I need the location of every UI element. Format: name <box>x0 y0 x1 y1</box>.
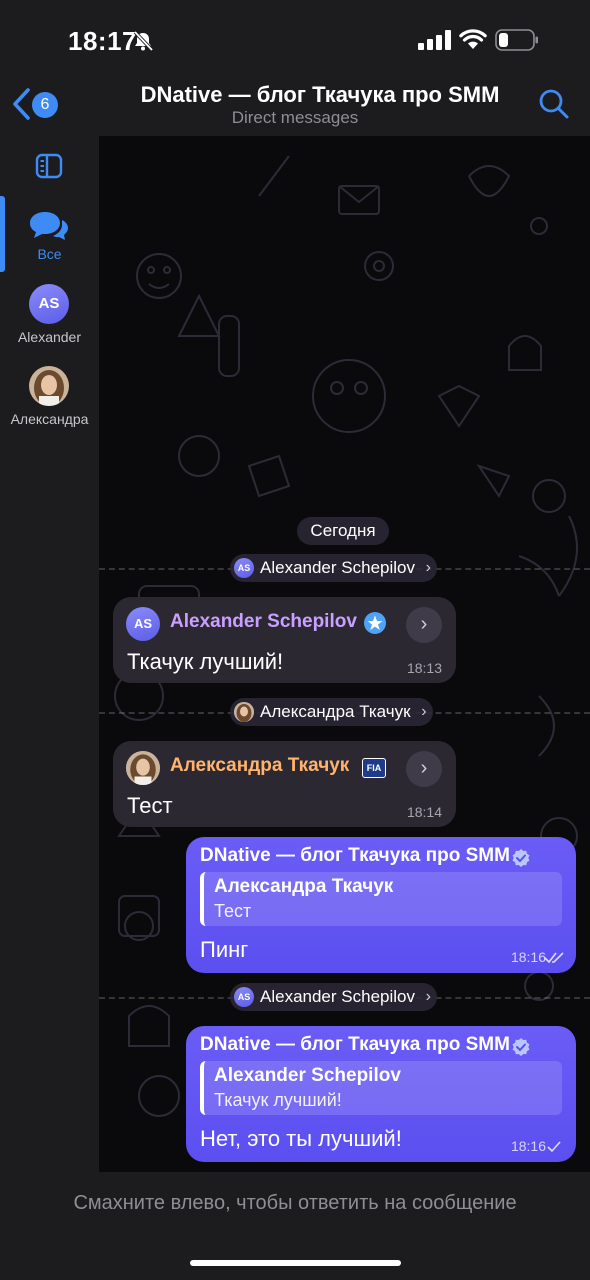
message-text: Тест <box>127 793 173 818</box>
sender-topic-pill[interactable]: AS Alexander Schepilov › <box>230 554 437 582</box>
outgoing-message-bubble[interactable]: DNative — блог Ткачука про SMM Alexander… <box>186 1026 576 1162</box>
incoming-message-bubble[interactable]: AS Alexander Schepilov › Ткачук лучший! … <box>113 597 456 683</box>
reply-quote[interactable]: Александра Ткачук Тест <box>200 872 562 926</box>
quote-author: Alexander Schepilov <box>214 1065 401 1086</box>
wifi-icon <box>459 29 487 49</box>
quote-author: Александра Ткачук <box>214 876 394 897</box>
swipe-reply-hint: Смахните влево, чтобы ответить на сообще… <box>73 1192 517 1214</box>
pill-avatar: AS <box>234 987 254 1007</box>
double-check-read-icon <box>544 952 564 964</box>
search-icon[interactable] <box>538 88 570 120</box>
back-chevron-icon[interactable] <box>8 86 34 122</box>
chat-title[interactable]: DNative — блог Ткачука про SMM <box>100 82 540 108</box>
chevron-right-icon: › <box>425 988 431 1005</box>
sidebar-item-alexander-label[interactable]: Alexander <box>0 329 99 345</box>
sender-topic-pill[interactable]: AS Alexander Schepilov › <box>230 983 437 1011</box>
channel-name[interactable]: DNative — блог Ткачука про SMM <box>200 1034 510 1056</box>
topics-sidebar: Все AS Alexander Александра <box>0 136 99 1172</box>
message-time: 18:16 <box>510 949 546 965</box>
message-text: Пинг <box>200 937 249 962</box>
reply-quote[interactable]: Alexander Schepilov Ткачук лучший! <box>200 1061 562 1115</box>
unread-count-badge[interactable]: 6 <box>32 92 58 118</box>
pill-sender-name: Alexander Schepilov <box>260 987 415 1006</box>
sidebar-toggle-icon[interactable] <box>35 152 63 180</box>
sender-avatar-photo[interactable] <box>126 751 160 785</box>
incoming-message-bubble[interactable]: Александра Ткачук FIA › Тест 18:14 <box>113 741 456 827</box>
sender-name[interactable]: Alexander Schepilov <box>170 611 357 633</box>
pill-sender-name: Александра Ткачук <box>260 702 411 721</box>
fia-badge: FIA <box>362 758 386 778</box>
channel-name[interactable]: DNative — блог Ткачука про SMM <box>200 845 510 867</box>
quote-text: Ткачук лучший! <box>214 1090 342 1110</box>
sidebar-avatar-aleksandra[interactable] <box>29 366 69 406</box>
open-profile-chevron-button[interactable]: › <box>406 607 442 643</box>
message-time: 18:16 <box>510 1138 546 1154</box>
reply-hint-bar: Смахните влево, чтобы ответить на сообще… <box>0 1172 590 1280</box>
message-time: 18:14 <box>406 804 442 820</box>
battery-icon <box>495 29 538 51</box>
chat-area: Сегодня AS Alexander Schepilov › AS Alex… <box>99 136 590 1172</box>
chevron-right-icon: › <box>421 703 427 720</box>
pill-avatar: AS <box>234 558 254 578</box>
sender-name[interactable]: Александра Ткачук <box>170 755 349 777</box>
quote-text: Тест <box>214 901 252 921</box>
bell-muted-icon <box>133 30 154 52</box>
message-text: Ткачук лучший! <box>127 649 284 674</box>
pill-sender-name: Alexander Schepilov <box>260 558 415 577</box>
cellular-signal-icon <box>418 30 451 50</box>
open-profile-chevron-button[interactable]: › <box>406 751 442 787</box>
sidebar-item-all-label[interactable]: Все <box>0 246 99 262</box>
pill-avatar-photo <box>234 702 254 722</box>
verified-check-icon <box>512 849 530 867</box>
home-indicator[interactable] <box>190 1260 401 1266</box>
chevron-right-icon: › <box>425 559 431 576</box>
chat-header: 6 DNative — блог Ткачука про SMM Direct … <box>0 80 590 136</box>
verified-check-icon <box>512 1038 530 1056</box>
premium-star-icon <box>364 612 386 634</box>
message-time: 18:13 <box>406 660 442 676</box>
outgoing-message-bubble[interactable]: DNative — блог Ткачука про SMM Александр… <box>186 837 576 973</box>
status-bar: 18:17 <box>0 0 590 80</box>
all-chats-bubbles-icon[interactable] <box>28 206 70 244</box>
sender-avatar[interactable]: AS <box>126 607 160 641</box>
chat-subtitle: Direct messages <box>231 108 359 127</box>
sidebar-item-aleksandra-label[interactable]: Александра <box>0 411 99 427</box>
single-check-sent-icon <box>547 1141 561 1153</box>
date-separator-pill: Сегодня <box>297 517 389 545</box>
message-text: Нет, это ты лучший! <box>200 1126 402 1151</box>
sender-topic-pill[interactable]: Александра Ткачук › <box>230 698 433 726</box>
status-time: 18:17 <box>68 26 137 56</box>
sidebar-avatar-alexander[interactable]: AS <box>29 284 69 324</box>
